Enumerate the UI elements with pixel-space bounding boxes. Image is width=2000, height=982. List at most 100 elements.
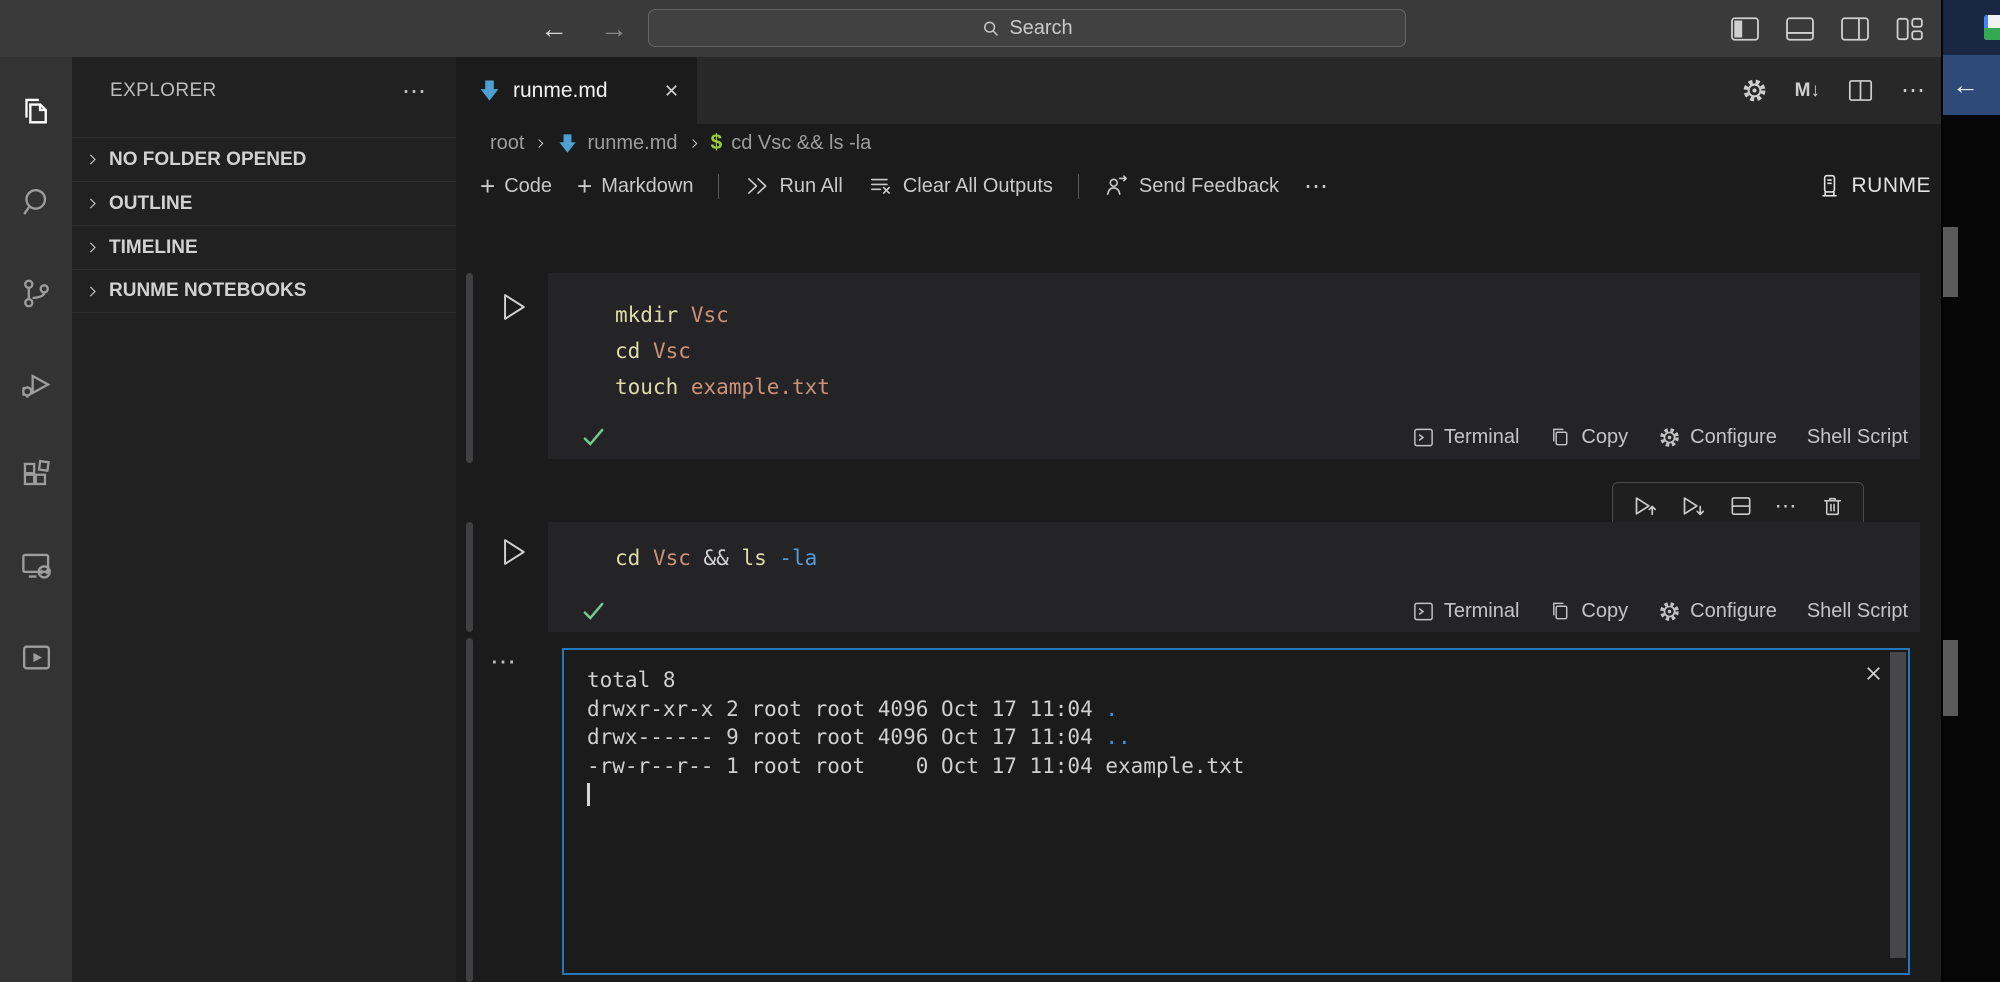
terminal-icon bbox=[1412, 426, 1435, 449]
notebook-settings-gear-icon[interactable] bbox=[1741, 77, 1768, 104]
toolbar-separator bbox=[1078, 174, 1079, 199]
cell2-terminal-button[interactable]: Terminal bbox=[1412, 600, 1520, 623]
command-center-search[interactable]: Search bbox=[648, 9, 1406, 47]
nav-forward-icon[interactable]: → bbox=[600, 13, 628, 45]
breadcrumb-command[interactable]: cd Vsc && ls -la bbox=[731, 132, 871, 155]
source-control-icon[interactable] bbox=[18, 275, 55, 312]
gear-icon bbox=[1658, 600, 1681, 623]
runme-panel-icon[interactable] bbox=[18, 639, 55, 676]
tab-close-icon[interactable] bbox=[662, 81, 681, 100]
section-label: NO FOLDER OPENED bbox=[109, 149, 306, 171]
code-cell-2[interactable]: cd Vsc && ls -la Terminal bbox=[548, 522, 1920, 632]
toggle-secondary-sidebar-icon[interactable] bbox=[1840, 16, 1870, 42]
activity-bar bbox=[0, 57, 72, 982]
add-code-cell-button[interactable]: + Code bbox=[480, 175, 552, 198]
titlebar: ← → Search bbox=[0, 0, 1941, 57]
cell1-status-bar: Terminal Copy Configure bbox=[548, 415, 1920, 459]
adjacent-window-toolbar: ← bbox=[1943, 55, 2000, 115]
screenshot-root: ← → Search bbox=[0, 0, 2000, 982]
run-and-debug-icon[interactable] bbox=[18, 366, 55, 403]
chevron-right-icon bbox=[84, 195, 101, 212]
nav-back-icon[interactable]: ← bbox=[540, 13, 568, 45]
split-cell-icon[interactable] bbox=[1728, 493, 1754, 519]
clear-all-outputs-button[interactable]: Clear All Outputs bbox=[868, 173, 1053, 199]
copy-icon bbox=[1549, 600, 1572, 623]
chevron-right-icon bbox=[533, 136, 548, 151]
cell2-configure-button[interactable]: Configure bbox=[1658, 600, 1777, 623]
execute-above-icon[interactable] bbox=[1632, 493, 1659, 520]
cell-output[interactable]: total 8 drwxr-xr-x 2 root root 4096 Oct … bbox=[562, 648, 1910, 975]
clear-all-outputs-icon bbox=[868, 173, 894, 199]
cell1-language-picker[interactable]: Shell Script bbox=[1807, 426, 1908, 449]
editor-more-actions-icon[interactable]: ⋯ bbox=[1901, 76, 1927, 105]
toolbar-separator bbox=[718, 174, 719, 199]
search-placeholder: Search bbox=[1009, 17, 1072, 40]
remote-explorer-icon[interactable] bbox=[18, 548, 55, 585]
adjacent-window-scrollbar bbox=[1943, 640, 1958, 716]
customize-layout-icon[interactable] bbox=[1895, 16, 1925, 42]
cell2-focus-bar bbox=[466, 522, 473, 632]
adjacent-window-titlebar bbox=[1943, 0, 2000, 55]
split-editor-icon[interactable] bbox=[1847, 77, 1874, 104]
section-label: OUTLINE bbox=[109, 193, 192, 215]
cell1-terminal-button[interactable]: Terminal bbox=[1412, 426, 1520, 449]
cell1-focus-bar bbox=[466, 273, 473, 463]
cell1-configure-button[interactable]: Configure bbox=[1658, 426, 1777, 449]
chevron-right-icon bbox=[84, 239, 101, 256]
toggle-panel-icon[interactable] bbox=[1785, 16, 1815, 42]
breadcrumb-file[interactable]: runme.md bbox=[587, 132, 677, 155]
code-cell-1[interactable]: mkdir Vsc cd Vsc touch example.txt Termi… bbox=[548, 273, 1920, 459]
toolbar-more-actions-icon[interactable]: ⋯ bbox=[1304, 172, 1330, 201]
runme-file-icon bbox=[478, 79, 501, 102]
terminal-cursor bbox=[587, 783, 590, 806]
runme-logo-icon bbox=[1816, 172, 1842, 200]
plus-icon: + bbox=[480, 176, 495, 196]
chevron-right-icon bbox=[687, 136, 702, 151]
success-check-icon bbox=[580, 424, 606, 450]
notebook-toolbar: + Code + Markdown Run All bbox=[456, 162, 1941, 210]
terminal-icon bbox=[1412, 600, 1435, 623]
sidebar-more-actions-icon[interactable]: ⋯ bbox=[402, 77, 428, 106]
delete-cell-icon[interactable] bbox=[1820, 494, 1845, 519]
sidebar-section-no-folder-opened[interactable]: NO FOLDER OPENED bbox=[72, 137, 456, 181]
output-scrollbar[interactable] bbox=[1890, 652, 1906, 958]
open-as-markdown-icon[interactable]: M↓ bbox=[1795, 80, 1820, 102]
execute-below-icon[interactable] bbox=[1680, 493, 1707, 520]
cell2-code[interactable]: cd Vsc && ls -la bbox=[548, 522, 1920, 576]
notebook: mkdir Vsc cd Vsc touch example.txt Termi… bbox=[456, 210, 1941, 982]
back-arrow-icon: ← bbox=[1952, 70, 1979, 101]
extensions-icon[interactable] bbox=[18, 457, 55, 494]
sidebar-section-timeline[interactable]: TIMELINE bbox=[72, 225, 456, 269]
search-sidebar-icon[interactable] bbox=[18, 184, 55, 221]
cell2-run-button[interactable] bbox=[496, 535, 530, 569]
output-text: total 8 drwxr-xr-x 2 root root 4096 Oct … bbox=[564, 650, 1908, 811]
output-more-actions-icon[interactable]: ⋯ bbox=[490, 646, 517, 677]
run-all-button[interactable]: Run All bbox=[744, 173, 842, 199]
cell2-copy-button[interactable]: Copy bbox=[1549, 600, 1628, 623]
close-output-icon[interactable] bbox=[1863, 663, 1884, 684]
adjacent-window-edge: ← bbox=[1943, 0, 2000, 982]
toggle-primary-sidebar-icon[interactable] bbox=[1730, 16, 1760, 42]
cell-more-actions-icon[interactable]: ⋯ bbox=[1775, 493, 1799, 519]
feedback-person-icon bbox=[1104, 173, 1130, 199]
cell2-language-picker[interactable]: Shell Script bbox=[1807, 600, 1908, 623]
breadcrumb-root[interactable]: root bbox=[490, 132, 524, 155]
runme-file-icon bbox=[557, 133, 578, 154]
add-markdown-cell-button[interactable]: + Markdown bbox=[577, 175, 693, 198]
tab-runme-md[interactable]: runme.md bbox=[456, 57, 697, 124]
cell1-copy-button[interactable]: Copy bbox=[1549, 426, 1628, 449]
sidebar-section-outline[interactable]: OUTLINE bbox=[72, 181, 456, 225]
calendar-app-icon bbox=[1984, 15, 2000, 40]
cell1-code[interactable]: mkdir Vsc cd Vsc touch example.txt bbox=[548, 273, 1920, 405]
sidebar-title: EXPLORER bbox=[110, 80, 402, 102]
tab-label: runme.md bbox=[513, 79, 608, 103]
editor-group: runme.md M↓ ⋯ root bbox=[456, 57, 1941, 982]
run-all-icon bbox=[744, 173, 770, 199]
send-feedback-button[interactable]: Send Feedback bbox=[1104, 173, 1279, 199]
section-label: RUNME NOTEBOOKS bbox=[109, 280, 306, 302]
runme-brand-button[interactable]: RUNME bbox=[1816, 172, 1932, 200]
tab-bar: runme.md bbox=[456, 57, 1941, 124]
cell1-run-button[interactable] bbox=[496, 290, 530, 324]
sidebar-section-runme-notebooks[interactable]: RUNME NOTEBOOKS bbox=[72, 269, 456, 313]
explorer-icon[interactable] bbox=[18, 93, 55, 130]
